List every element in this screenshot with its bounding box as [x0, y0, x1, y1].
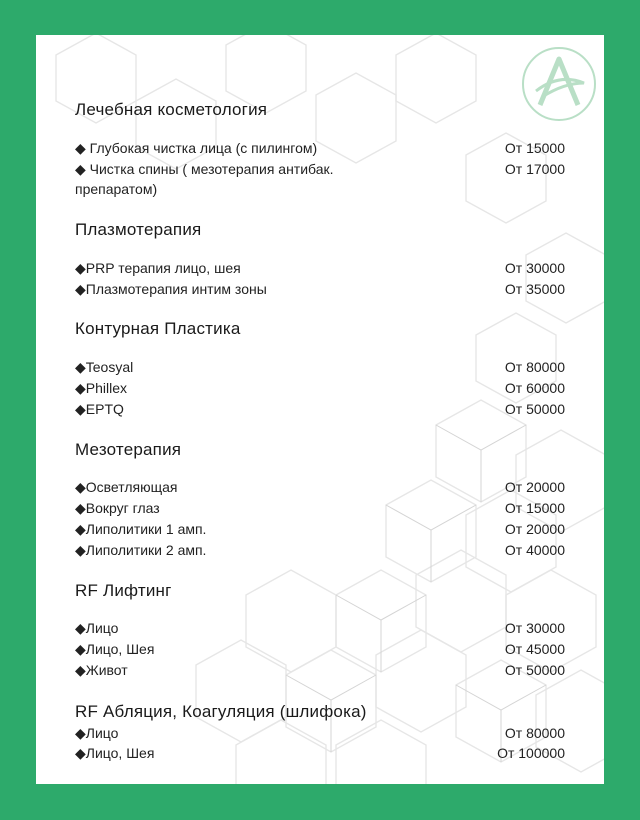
service-name: ◆Лицо	[75, 620, 119, 636]
service-price: От 80000	[504, 359, 565, 375]
service-price: От 20000	[504, 521, 565, 537]
service-name: ◆EPTQ	[75, 401, 124, 417]
service-name: ◆Липолитики 2 амп.	[75, 542, 207, 558]
list-item: ◆Липолитики 1 амп. От 20000	[75, 519, 565, 539]
list-item: ◆EPTQ От 50000	[75, 399, 565, 419]
service-name: ◆Живот	[75, 662, 128, 678]
service-price: От 20000	[504, 479, 565, 495]
service-name: ◆Вокруг глаз	[75, 500, 160, 516]
section-title-rf-lifting: RF Лифтинг	[75, 581, 172, 600]
service-name: ◆Лицо, Шея	[75, 745, 155, 761]
service-name: ◆Осветляющая	[75, 479, 178, 495]
section-title-contour-plastic: Контурная Пластика	[75, 319, 241, 338]
list-item: ◆Phillex От 60000	[75, 378, 565, 398]
service-price: От 15000	[504, 140, 565, 156]
service-name: ◆Липолитики 1 амп.	[75, 521, 207, 537]
service-name: ◆Лицо, Шея	[75, 641, 155, 657]
list-item: ◆ Глубокая чистка лица (с пилингом) От 1…	[75, 138, 565, 158]
service-price: От 50000	[504, 401, 565, 417]
service-name: ◆Phillex	[75, 380, 128, 396]
list-item: ◆Вокруг глаз От 15000	[75, 498, 565, 518]
service-name: ◆PRP терапия лицо, шея	[75, 260, 241, 276]
list-item: ◆Лицо От 80000	[75, 723, 565, 743]
service-price: От 40000	[504, 542, 565, 558]
service-price: От 35000	[504, 281, 565, 297]
service-name: ◆Лицо	[75, 725, 119, 741]
section-title-plasmotherapy: Плазмотерапия	[75, 220, 202, 239]
service-name: ◆ Глубокая чистка лица (с пилингом)	[75, 140, 318, 156]
service-price: От 60000	[504, 380, 565, 396]
stylized-letter-a-logo	[522, 47, 596, 121]
service-price: От 80000	[504, 725, 565, 741]
section-title-mesotherapy: Мезотерапия	[75, 440, 182, 459]
list-item: ◆Лицо От 30000	[75, 618, 565, 638]
list-item: ◆Липолитики 2 амп. От 40000	[75, 540, 565, 560]
list-item: ◆Teosyal От 80000	[75, 357, 565, 377]
list-item: ◆ Чистка спины ( мезотерапия антибак. пр…	[75, 159, 565, 199]
service-price: От 30000	[504, 260, 565, 276]
list-item: ◆Лицо, Шея От 45000	[75, 639, 565, 659]
service-price: От 15000	[504, 500, 565, 516]
service-price: От 30000	[504, 620, 565, 636]
service-price: От 45000	[504, 641, 565, 657]
list-item: ◆Живот От 50000	[75, 660, 565, 680]
price-list-sheet: Лечебная косметология ◆ Глубокая чистка …	[36, 35, 604, 784]
list-item: ◆Осветляющая От 20000	[75, 477, 565, 497]
service-price: От 100000	[497, 745, 565, 761]
list-item: ◆Лицо, Шея От 100000	[75, 743, 565, 763]
service-name: ◆Плазмотерапия интим зоны	[75, 281, 267, 297]
list-item: ◆Плазмотерапия интим зоны От 35000	[75, 279, 565, 299]
list-item: ◆PRP терапия лицо, шея От 30000	[75, 258, 565, 278]
service-name: ◆Teosyal	[75, 359, 134, 375]
section-title-cosmetology: Лечебная косметология	[75, 100, 268, 119]
section-title-rf-ablation: RF Абляция, Коагуляция (шлифока)	[75, 702, 367, 721]
service-price: От 17000	[504, 161, 565, 177]
service-price: От 50000	[504, 662, 565, 678]
service-name: ◆ Чистка спины ( мезотерапия антибак. пр…	[75, 161, 334, 197]
